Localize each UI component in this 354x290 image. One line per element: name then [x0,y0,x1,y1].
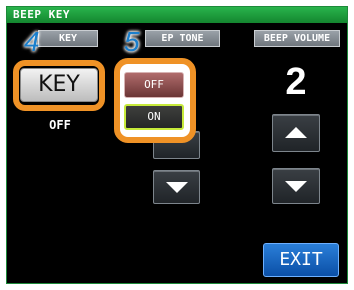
title-bar: BEEP KEY [7,7,347,23]
screen-title: BEEP KEY [13,8,70,21]
tone-on-button[interactable]: ON [124,104,184,130]
volume-down-button[interactable] [272,168,320,204]
key-button[interactable]: KEY [20,68,98,102]
exit-button[interactable]: EXIT [263,243,339,277]
tone-highlight-callout [114,58,196,143]
volume-column-header: BEEP VOLUME [254,30,340,47]
key-state-label: OFF [49,118,71,132]
down-arrow-icon [285,181,307,193]
step-number-5: 5 [124,26,140,57]
up-arrow-icon [285,126,307,138]
down-arrow-icon [165,182,188,194]
tone-off-button[interactable]: OFF [124,72,184,98]
tone-column-header: EP TONE [145,30,220,47]
key-column-header: KEY [38,30,98,47]
screen: BEEP KEY KEY EP TONE BEEP VOLUME KEY OFF… [0,0,354,290]
step-number-4: 4 [24,26,40,57]
volume-up-button[interactable] [272,114,320,152]
tone-down-button[interactable] [153,170,200,204]
volume-value: 2 [285,61,307,103]
